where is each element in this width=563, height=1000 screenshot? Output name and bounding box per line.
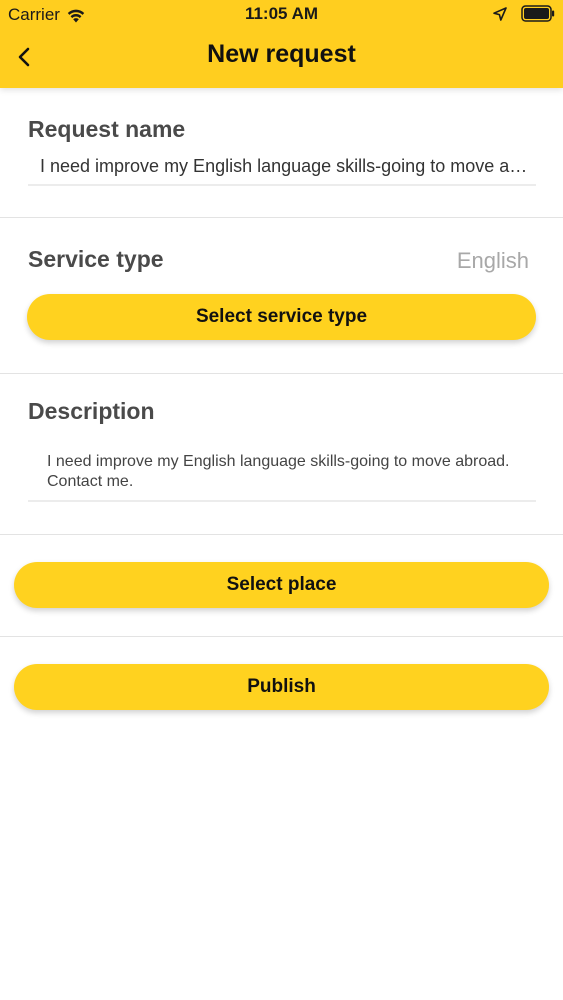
request-name-input[interactable]: I need improve my English language skill… [40, 156, 536, 177]
header: Carrier 11:05 AM New request [0, 0, 563, 88]
description-label: Description [28, 398, 155, 424]
status-bar: Carrier 11:05 AM [0, 0, 563, 30]
description-underline [28, 500, 536, 502]
publish-button[interactable]: Publish [14, 664, 549, 710]
service-type-value: English [456, 248, 529, 273]
clock: 11:05 AM [244, 4, 319, 23]
new-request-screen: Carrier 11:05 AM New request Request nam… [0, 0, 563, 1000]
section-divider [0, 217, 563, 218]
request-name-label: Request name [28, 116, 186, 142]
navigation-bar: New request [0, 30, 563, 84]
select-place-button[interactable]: Select place [14, 562, 549, 608]
battery-icon [521, 5, 555, 22]
section-divider [0, 373, 563, 374]
request-name-underline [28, 184, 536, 186]
page-title: New request [207, 40, 356, 68]
section-divider [0, 636, 563, 637]
status-icons [493, 5, 555, 22]
location-arrow-icon [493, 6, 507, 21]
service-type-label: Service type [28, 246, 164, 272]
select-service-type-button[interactable]: Select service type [27, 294, 536, 340]
description-textarea[interactable]: I need improve my English language skill… [47, 452, 517, 492]
section-divider [0, 534, 563, 535]
